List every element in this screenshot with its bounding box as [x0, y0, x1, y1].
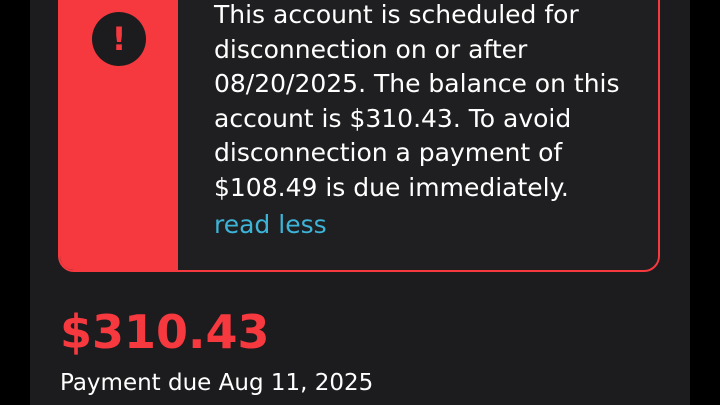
alert-stripe: !: [60, 0, 178, 270]
read-less-link[interactable]: read less: [214, 208, 327, 242]
balance-amount: $310.43: [60, 305, 270, 359]
exclamation-icon: !: [92, 12, 146, 66]
account-screen: ! This account is scheduled for disconne…: [30, 0, 690, 405]
disconnection-alert-card: ! This account is scheduled for disconne…: [58, 0, 660, 272]
payment-due-date: Payment due Aug 11, 2025: [60, 370, 374, 396]
alert-message: This account is scheduled for disconnect…: [214, 0, 620, 202]
